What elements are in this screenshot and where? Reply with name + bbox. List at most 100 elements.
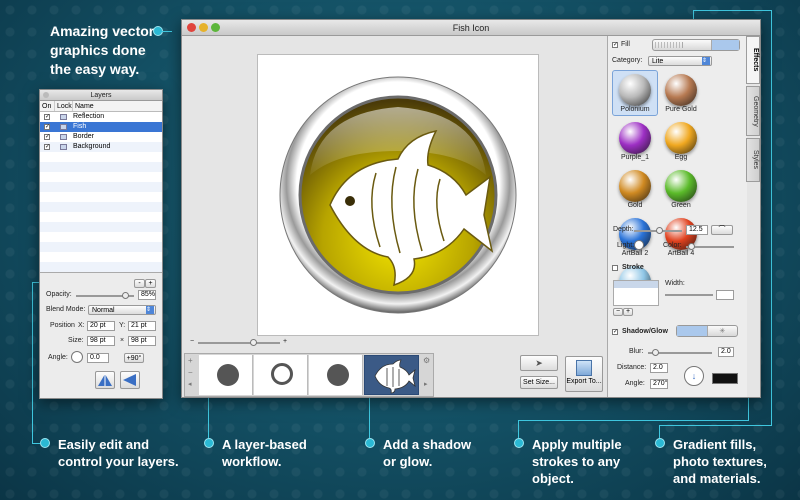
layer-lock-icon[interactable]	[60, 124, 67, 130]
export-button[interactable]: Export To...	[565, 356, 603, 392]
blur-field[interactable]: 2.0	[718, 347, 734, 357]
callout-strokes: Apply multiple strokes to any object.	[532, 437, 622, 486]
layers-close-icon[interactable]	[43, 92, 49, 98]
minimize-window-icon[interactable]	[199, 23, 208, 32]
fish-icon-artwork[interactable]	[258, 55, 538, 335]
blur-slider-knob[interactable]	[652, 349, 659, 356]
gradient-fill-icon[interactable]	[655, 42, 683, 48]
remove-stroke-button[interactable]: −	[613, 308, 623, 316]
shadow-color-well[interactable]	[712, 373, 738, 384]
stroke-checkbox[interactable]	[612, 265, 618, 271]
layer-strip-left-icon[interactable]: ◂	[188, 380, 192, 388]
layer-lock-icon[interactable]	[60, 114, 67, 120]
material-swatch[interactable]: Pure Gold	[658, 70, 704, 116]
layer-visible-checkbox[interactable]: ✓	[44, 114, 50, 120]
stroke-list[interactable]	[613, 280, 659, 306]
layer-row[interactable]: ✓ Background	[40, 142, 162, 152]
zoom-slider[interactable]	[198, 339, 280, 346]
rotate-90-button[interactable]: +90°	[124, 353, 144, 363]
image-fill-icon[interactable]	[685, 40, 713, 50]
opacity-field[interactable]: 85%	[138, 290, 156, 300]
material-swatch[interactable]: ArtBall 2	[612, 214, 658, 260]
stroke-width-label: Width:	[665, 280, 685, 287]
shadow-mode-icon[interactable]	[677, 326, 708, 336]
zoom-slider-knob[interactable]	[250, 339, 257, 346]
angle-dial-icon[interactable]	[71, 351, 83, 363]
opacity-slider-knob[interactable]	[122, 292, 129, 299]
layer-strip-add-icon[interactable]: +	[188, 356, 193, 365]
canvas[interactable]	[257, 54, 539, 336]
tab-geometry[interactable]: Geometry	[746, 86, 760, 136]
layer-row[interactable]: ✓ Reflection	[40, 112, 162, 122]
category-select[interactable]: Lite ⇕	[648, 56, 712, 66]
flip-horizontal-button[interactable]	[120, 371, 140, 389]
material-fill-icon[interactable]	[712, 40, 740, 50]
tab-styles[interactable]: Styles	[746, 138, 760, 182]
light-dial-icon[interactable]	[634, 240, 644, 250]
blur-slider[interactable]	[648, 349, 712, 356]
shadow-checkbox[interactable]: ✓	[612, 329, 618, 335]
layer-strip-gear-icon[interactable]: ⚙	[423, 356, 430, 365]
fill-checkbox[interactable]: ✓	[612, 42, 618, 48]
layer-visible-checkbox[interactable]: ✓	[44, 144, 50, 150]
blend-mode-select[interactable]: Normal ⇕	[88, 305, 156, 315]
material-swatch[interactable]: Green	[658, 166, 704, 212]
glow-mode-icon[interactable]: ✳	[708, 326, 738, 336]
depth-field[interactable]: 12.5	[686, 225, 708, 235]
color-slider-knob[interactable]	[688, 243, 695, 250]
material-swatch[interactable]: Gold	[612, 166, 658, 212]
layer-visible-checkbox[interactable]: ✓	[44, 124, 50, 130]
select-tool-button[interactable]: ➤	[520, 355, 558, 371]
layer-thumb-fish-base[interactable]	[309, 355, 363, 395]
position-x-field[interactable]: 20 pt	[87, 321, 115, 331]
layer-lock-icon[interactable]	[60, 134, 67, 140]
distance-field[interactable]: 2.0	[650, 363, 668, 373]
position-y-field[interactable]: 21 pt	[128, 321, 156, 331]
close-window-icon[interactable]	[187, 23, 196, 32]
set-size-button[interactable]: Set Size...	[520, 376, 558, 389]
zoom-window-icon[interactable]	[211, 23, 220, 32]
layer-thumb-fish[interactable]	[364, 355, 419, 395]
layer-row[interactable]: ✓ Border	[40, 132, 162, 142]
depth-label: Depth:	[613, 226, 634, 233]
layer-thumb-background[interactable]	[199, 355, 253, 395]
depth-slider-knob[interactable]	[656, 227, 663, 234]
zoom-out-icon[interactable]: −	[190, 338, 194, 345]
shadow-angle-label: Angle:	[625, 380, 645, 387]
material-swatch[interactable]: Purple_1	[612, 118, 658, 164]
layers-titlebar[interactable]: Layers	[40, 90, 162, 101]
main-titlebar[interactable]: Fish Icon	[182, 20, 760, 36]
layer-thumb-border[interactable]	[254, 355, 308, 395]
zoom-in-icon[interactable]: +	[283, 338, 287, 345]
layer-lock-icon[interactable]	[60, 144, 67, 150]
depth-slider[interactable]	[634, 227, 682, 234]
stroke-width-slider[interactable]	[665, 294, 713, 296]
material-swatch[interactable]: Egg	[658, 118, 704, 164]
layer-row[interactable]: ✓ Fish	[40, 122, 162, 132]
fill-type-segmented[interactable]	[652, 39, 740, 51]
shadow-type-segmented[interactable]: ✳	[676, 325, 738, 337]
size-height-field[interactable]: 98 pt	[128, 336, 156, 346]
color-slider[interactable]	[686, 243, 734, 250]
tab-effects[interactable]: Effects	[746, 36, 760, 84]
add-layer-button[interactable]: +	[145, 279, 156, 288]
col-lock[interactable]: Lock	[55, 101, 73, 111]
layer-strip-remove-icon[interactable]: −	[188, 368, 193, 377]
flip-vertical-button[interactable]	[95, 371, 115, 389]
col-name[interactable]: Name	[73, 101, 96, 111]
depth-curve-button[interactable]: ⌒	[711, 225, 733, 235]
material-swatch[interactable]: ArtBall 4	[658, 214, 704, 260]
shadow-angle-field[interactable]: 270°	[650, 379, 668, 389]
remove-layer-button[interactable]: -	[134, 279, 145, 288]
angle-field[interactable]: 0.0	[87, 353, 109, 363]
size-width-field[interactable]: 98 pt	[87, 336, 115, 346]
layer-visible-checkbox[interactable]: ✓	[44, 134, 50, 140]
opacity-slider[interactable]	[76, 292, 134, 299]
layer-strip-right-icon[interactable]: ▸	[424, 380, 428, 388]
stroke-width-field[interactable]	[716, 290, 734, 300]
add-stroke-button[interactable]: +	[623, 308, 633, 316]
distance-label: Distance:	[617, 364, 647, 371]
material-swatch[interactable]: Polonium	[612, 70, 658, 116]
col-on[interactable]: On	[40, 101, 55, 111]
shadow-direction-dial-icon[interactable]: ↓	[684, 366, 704, 386]
